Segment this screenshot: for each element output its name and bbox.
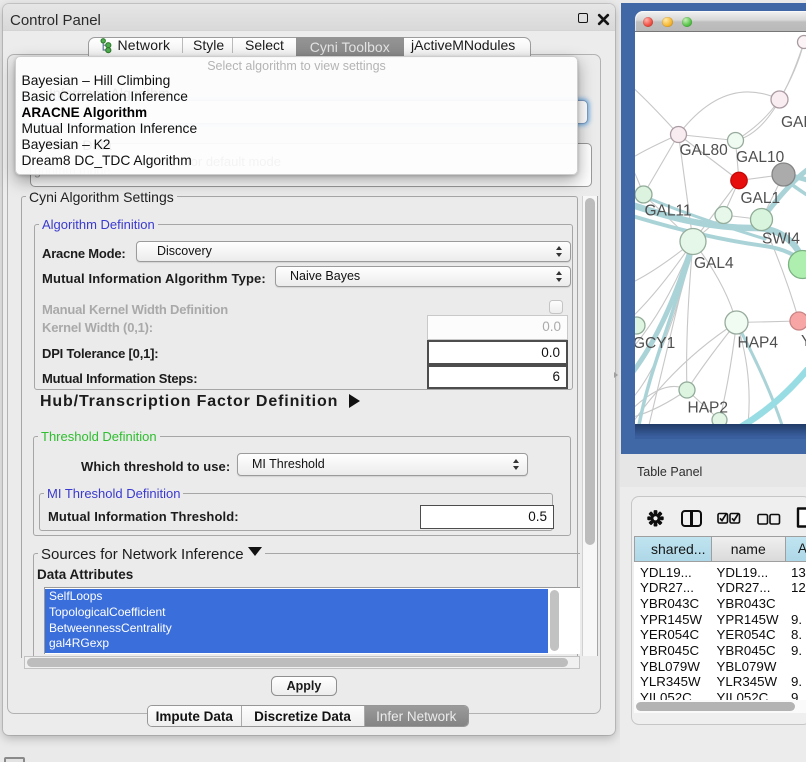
svg-text:Y: Y	[801, 333, 806, 350]
svg-text:HAP4: HAP4	[737, 334, 778, 351]
svg-text:GAL11: GAL11	[644, 202, 691, 219]
svg-text:GAL2: GAL2	[781, 114, 806, 131]
svg-text:HAP2: HAP2	[687, 399, 728, 416]
svg-text:SWI4: SWI4	[762, 230, 800, 247]
svg-text:GAL10: GAL10	[736, 149, 785, 166]
svg-text:GAL80: GAL80	[679, 142, 728, 159]
svg-text:GAL4: GAL4	[694, 255, 734, 272]
svg-text:GAL1: GAL1	[740, 190, 780, 207]
svg-text:GCY1: GCY1	[635, 335, 675, 352]
